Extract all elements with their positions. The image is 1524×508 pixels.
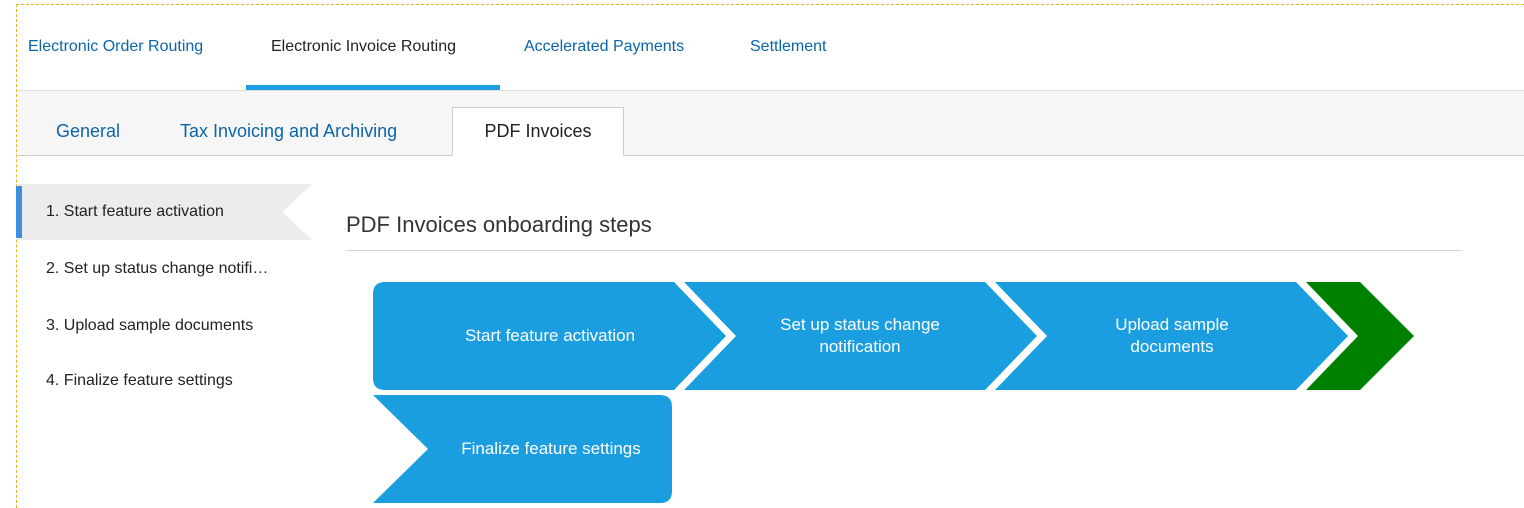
flow-label-start-feature-activation: Start feature activation <box>464 326 636 345</box>
flow-label-status-change-notification: Set up status change notification <box>780 315 940 356</box>
process-flow <box>373 282 1414 503</box>
flow-label-finalize-feature-settings: Finalize feature settings <box>461 439 641 458</box>
flow-label-upload-sample-documents: Upload sample documents <box>1115 315 1229 356</box>
